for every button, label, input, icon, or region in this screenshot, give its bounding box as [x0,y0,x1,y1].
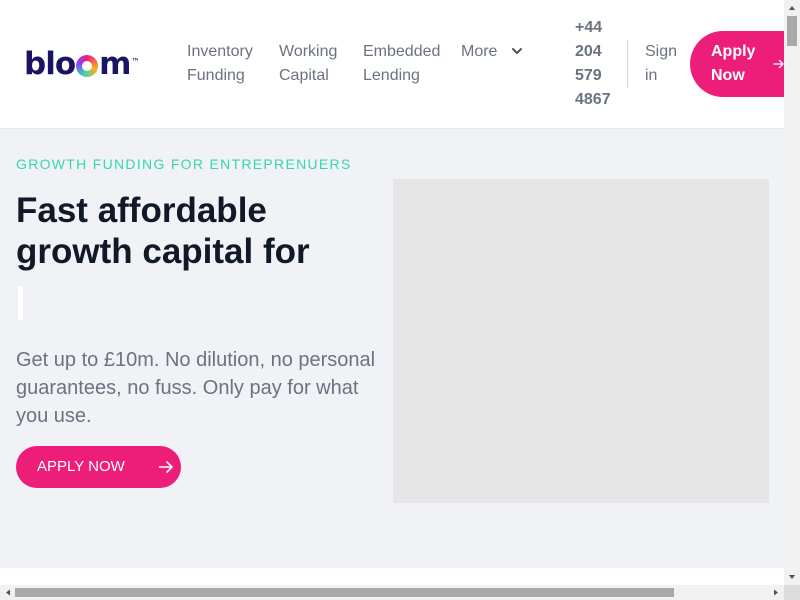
scroll-up-icon[interactable] [784,0,800,16]
sign-in-line: Sign [645,43,678,60]
phone-line: +44 [575,19,603,36]
chevron-down-icon[interactable] [510,44,524,58]
hero-eyebrow: GROWTH FUNDING FOR ENTREPRENUERS [16,156,352,172]
scroll-left-icon[interactable] [0,585,16,600]
typing-cursor [18,286,23,320]
apply-line: Apply [711,43,756,60]
hero-image-placeholder [393,179,769,503]
hero-headline: Fast affordable growth capital for [16,191,310,271]
phone-line: 579 [575,67,602,84]
nav-inventory-funding[interactable]: Inventory Funding [187,40,253,88]
nav-label-line: Capital [279,67,329,84]
scrollbar-corner [784,585,800,600]
nav-label-line: Embedded [363,43,441,60]
site-header: blo m ™ Inventory Funding Working Capita… [0,0,800,129]
apply-now-button[interactable]: APPLY NOW [16,446,181,488]
logo-trademark: ™ [131,57,140,66]
vertical-scrollbar[interactable] [784,0,800,585]
scroll-down-icon[interactable] [784,569,800,585]
nav-label-line: More [461,43,498,60]
header-divider [627,40,628,88]
vertical-scrollbar-thumb[interactable] [787,16,797,46]
hero-lead: Get up to £10m. No dilution, no personal… [16,349,376,427]
nav-embedded-lending[interactable]: Embedded Lending [363,40,440,88]
phone-number-link[interactable]: +44 204 579 4867 [575,16,611,112]
logo-blob-icon [76,55,99,77]
nav-label-line: Inventory [187,43,253,60]
nav-working-capital[interactable]: Working Capital [279,40,337,88]
apply-now-header-label: Apply Now [711,40,755,88]
sign-in-line: in [645,67,658,84]
next-section [0,568,784,585]
scroll-right-icon[interactable] [768,585,784,600]
horizontal-scrollbar[interactable] [0,585,784,600]
apply-line: Now [711,67,745,84]
logo-text-end: m [99,46,131,82]
horizontal-scrollbar-thumb[interactable] [15,588,674,597]
apply-now-label: APPLY NOW [37,458,125,475]
phone-line: 4867 [575,91,611,108]
nav-more[interactable]: More [461,40,497,64]
arrow-right-icon [158,461,173,473]
bloom-logo[interactable]: blo m ™ [24,44,139,84]
nav-label-line: Working [279,43,338,60]
nav-label-line: Lending [363,67,420,84]
phone-line: 204 [575,43,602,60]
nav-label-line: Funding [187,67,245,84]
logo-text-start: blo [24,46,76,82]
sign-in-link[interactable]: Sign in [645,40,677,88]
